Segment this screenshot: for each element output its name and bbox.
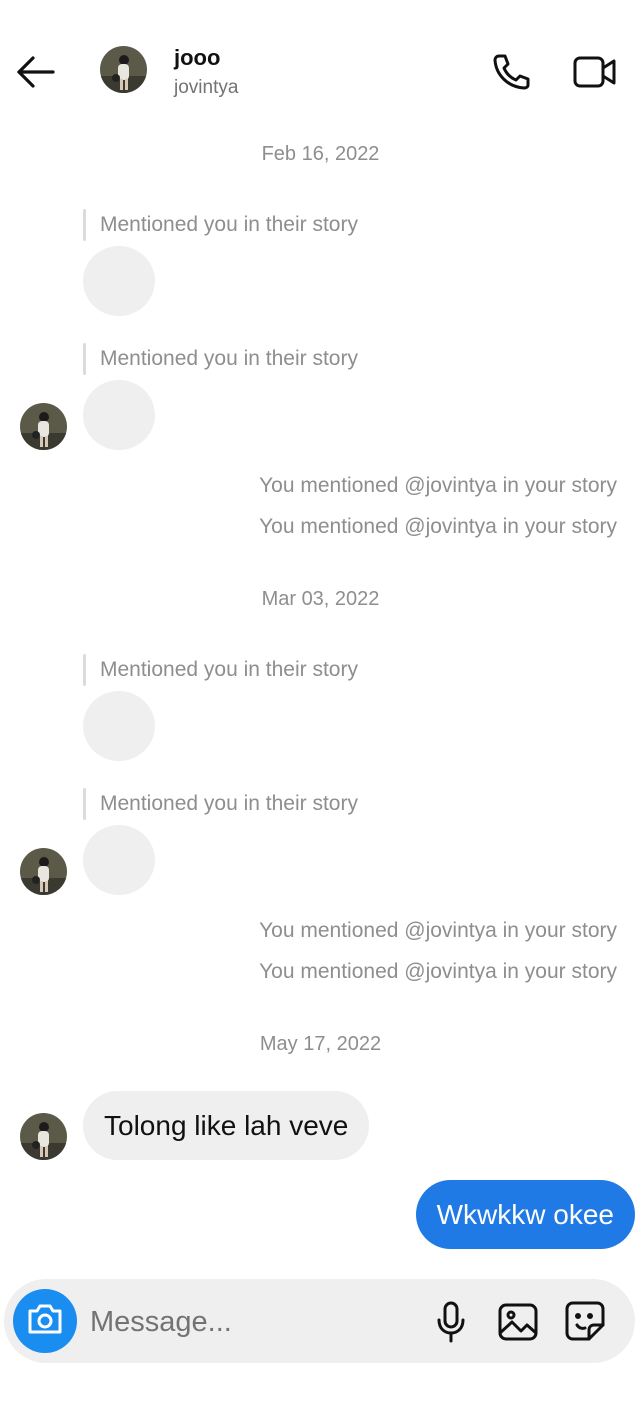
story-mention-label: Mentioned you in their story <box>100 347 358 370</box>
video-camera-icon[interactable] <box>570 50 620 94</box>
mention-divider <box>83 209 86 241</box>
avatar[interactable] <box>20 848 67 895</box>
story-mention-label: Mentioned you in their story <box>100 792 358 815</box>
message-input[interactable] <box>90 1298 410 1346</box>
back-arrow-icon[interactable] <box>14 52 58 92</box>
you-mention-label: You mentioned @jovintya in your story <box>259 919 617 942</box>
mention-divider <box>83 788 86 820</box>
outgoing-message-bubble[interactable]: Wkwkkw okee <box>415 1180 635 1249</box>
date-separator: Mar 03, 2022 <box>261 588 380 610</box>
story-preview[interactable] <box>83 246 155 316</box>
camera-icon <box>26 1302 64 1341</box>
date-separator: Feb 16, 2022 <box>261 143 380 165</box>
you-mention-label: You mentioned @jovintya in your story <box>259 960 617 983</box>
mention-divider <box>83 654 86 686</box>
camera-button[interactable] <box>13 1289 77 1353</box>
contact-name[interactable]: jooo <box>174 44 220 72</box>
avatar[interactable] <box>20 1113 67 1160</box>
mention-divider <box>83 343 86 375</box>
story-preview[interactable] <box>83 380 155 450</box>
story-mention-label: Mentioned you in their story <box>100 213 358 236</box>
avatar[interactable] <box>100 46 147 93</box>
gallery-icon[interactable] <box>496 1300 540 1344</box>
story-mention-label: Mentioned you in their story <box>100 658 358 681</box>
phone-icon[interactable] <box>488 50 534 94</box>
story-preview[interactable] <box>83 825 155 895</box>
you-mention-label: You mentioned @jovintya in your story <box>259 474 617 497</box>
incoming-message-bubble[interactable]: Tolong like lah veve <box>83 1091 370 1160</box>
date-separator: May 17, 2022 <box>259 1033 382 1055</box>
you-mention-label: You mentioned @jovintya in your story <box>259 515 617 538</box>
avatar[interactable] <box>20 403 67 450</box>
sticker-icon[interactable] <box>563 1299 607 1343</box>
story-preview[interactable] <box>83 691 155 761</box>
contact-username: jovintya <box>174 77 239 98</box>
microphone-icon[interactable] <box>432 1300 470 1344</box>
